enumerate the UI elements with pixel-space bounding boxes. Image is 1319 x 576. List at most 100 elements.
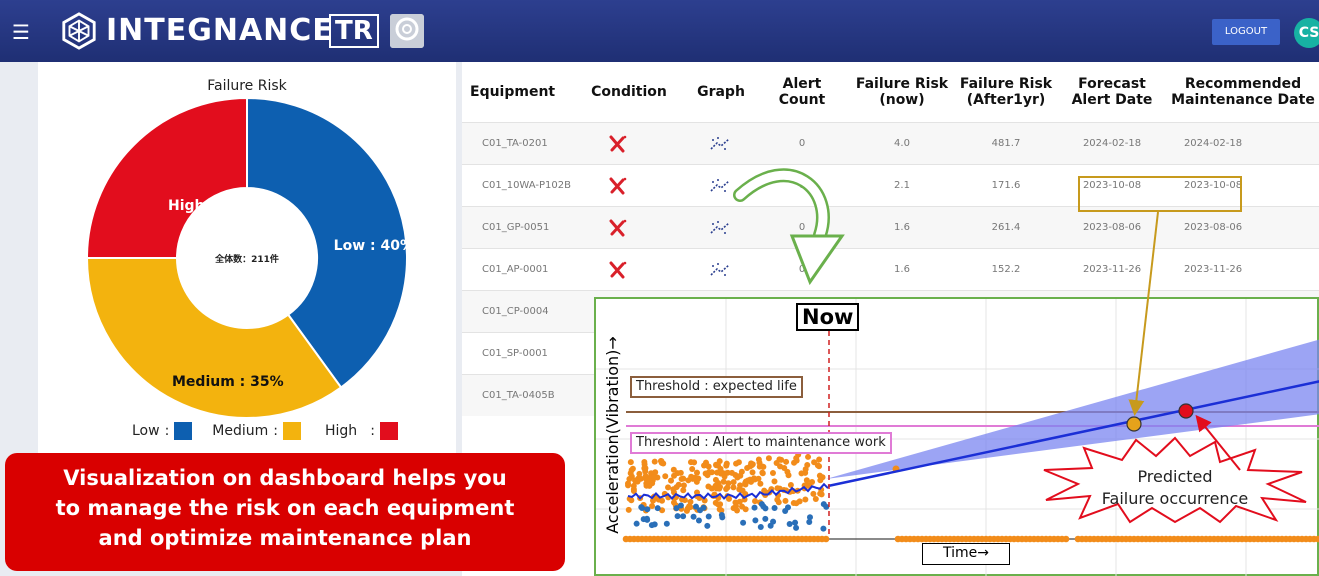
cell-risk-1yr: 261.4: [991, 222, 1021, 233]
trend-graph-icon[interactable]: [709, 262, 731, 278]
maintenance-tools-icon[interactable]: [608, 218, 628, 238]
data-point: [665, 484, 672, 491]
cell-risk-now: 1.6: [894, 264, 910, 275]
data-point: [802, 496, 809, 503]
table-row[interactable]: C01_AP-0001 0 1.6 152.2 2023-11-26 2023-11-26: [462, 248, 1319, 290]
data-point: [730, 484, 737, 491]
donut-slice-medium[interactable]: [85, 257, 343, 418]
data-point: [784, 504, 791, 511]
cell-forecast-date: 2023-11-26: [1082, 264, 1142, 275]
predicted-line-1: Predicted: [1137, 467, 1213, 486]
data-point: [749, 469, 756, 476]
failure-intersection-point: [1178, 403, 1194, 419]
cell-alert-count: 0: [798, 138, 806, 149]
donut-slice-label: Medium : 35%: [172, 374, 284, 390]
data-point: [644, 516, 651, 523]
data-point: [810, 490, 817, 497]
data-point: [806, 519, 813, 526]
cell-risk-now: 4.0: [894, 138, 910, 149]
data-point: [658, 458, 665, 465]
data-point: [689, 465, 696, 472]
table-row[interactable]: C01_TA-0201 0 4.0 481.7 2024-02-18 2024-02-18: [462, 122, 1319, 164]
cell-risk-1yr: 171.6: [991, 180, 1021, 191]
data-point: [1062, 535, 1070, 543]
threshold-alert-label: Threshold : Alert to maintenance work: [630, 432, 892, 454]
data-point: [704, 522, 711, 529]
data-point: [651, 458, 658, 465]
risk-legend: Low : Medium : High :: [132, 420, 418, 442]
donut-slice-high[interactable]: [85, 98, 248, 259]
data-point: [628, 467, 635, 474]
trend-graph-icon[interactable]: [709, 220, 731, 236]
maintenance-tools-icon[interactable]: [608, 134, 628, 154]
brand-name: INTEGNANCE: [106, 13, 334, 48]
data-point: [769, 469, 776, 476]
data-point: [692, 503, 699, 510]
data-point: [688, 473, 695, 480]
data-point: [752, 498, 759, 505]
avatar[interactable]: CS: [1294, 18, 1319, 48]
cell-equipment: C01_10WA-P102B: [482, 180, 571, 191]
legend-medium-swatch: [283, 422, 301, 440]
col-header-graph: Graph: [697, 84, 745, 100]
table-row[interactable]: C01_GP-0051 0 1.6 261.4 2023-08-06 2023-08-06: [462, 206, 1319, 248]
data-point: [770, 518, 777, 525]
cell-forecast-date: 2023-08-06: [1082, 222, 1142, 233]
cell-recommended-date: 2023-11-26: [1183, 264, 1243, 275]
data-point: [670, 466, 677, 473]
cell-alert-count: 0: [798, 222, 806, 233]
data-point: [633, 520, 640, 527]
forecast-highlight-box: [1078, 176, 1242, 212]
maintenance-tools-icon[interactable]: [608, 260, 628, 280]
data-point: [792, 519, 799, 526]
predicted-failure-text: Predicted Failure occurrence: [1090, 466, 1260, 510]
trend-graph-icon[interactable]: [709, 178, 731, 194]
data-point: [628, 497, 635, 504]
cell-recommended-date: 2023-08-06: [1183, 222, 1243, 233]
data-point: [730, 479, 737, 486]
data-point: [812, 496, 819, 503]
failure-risk-panel: Failure Risk Low : 40% Medium : 35% High :…: [38, 62, 456, 454]
data-point: [730, 505, 737, 512]
data-point: [820, 525, 827, 532]
data-point: [695, 517, 702, 524]
data-point: [680, 475, 687, 482]
data-point: [643, 482, 650, 489]
cell-forecast-date: 2024-02-18: [1082, 138, 1142, 149]
callout-line-3: and optimize maintenance plan: [98, 526, 472, 550]
maintenance-tools-icon[interactable]: [608, 176, 628, 196]
data-point: [719, 514, 726, 521]
data-point: [784, 468, 791, 475]
data-point: [724, 484, 731, 491]
data-point: [747, 463, 754, 470]
data-point: [680, 513, 687, 520]
legend-low-label: Low: [132, 423, 160, 439]
data-point: [757, 523, 764, 530]
data-point: [690, 513, 697, 520]
data-point: [723, 462, 730, 469]
data-point: [663, 520, 670, 527]
data-point: [650, 474, 657, 481]
data-point: [817, 477, 824, 484]
cell-recommended-date: 2024-02-18: [1183, 138, 1243, 149]
data-point: [771, 505, 778, 512]
data-point: [751, 476, 758, 483]
data-point: [793, 524, 800, 531]
trend-graph-icon[interactable]: [709, 136, 731, 152]
data-point: [786, 521, 793, 528]
data-point: [818, 491, 825, 498]
data-point: [677, 502, 684, 509]
menu-icon[interactable]: ☰: [12, 20, 30, 44]
x-axis-label: Time→: [922, 543, 1010, 565]
data-point: [803, 477, 810, 484]
alert-intersection-point: [1126, 416, 1142, 432]
info-callout: Visualization on dashboard helps you to …: [5, 453, 565, 571]
svg-text:Acceleration(Vibration)→: Acceleration(Vibration)→: [603, 336, 622, 534]
logout-button[interactable]: LOGOUT: [1212, 19, 1280, 45]
data-point: [652, 469, 659, 476]
donut-slice-label: Low : 40%: [334, 238, 414, 254]
data-point: [636, 470, 643, 477]
data-point: [737, 472, 744, 479]
legend-separator: :: [164, 423, 170, 439]
data-point: [713, 485, 720, 492]
